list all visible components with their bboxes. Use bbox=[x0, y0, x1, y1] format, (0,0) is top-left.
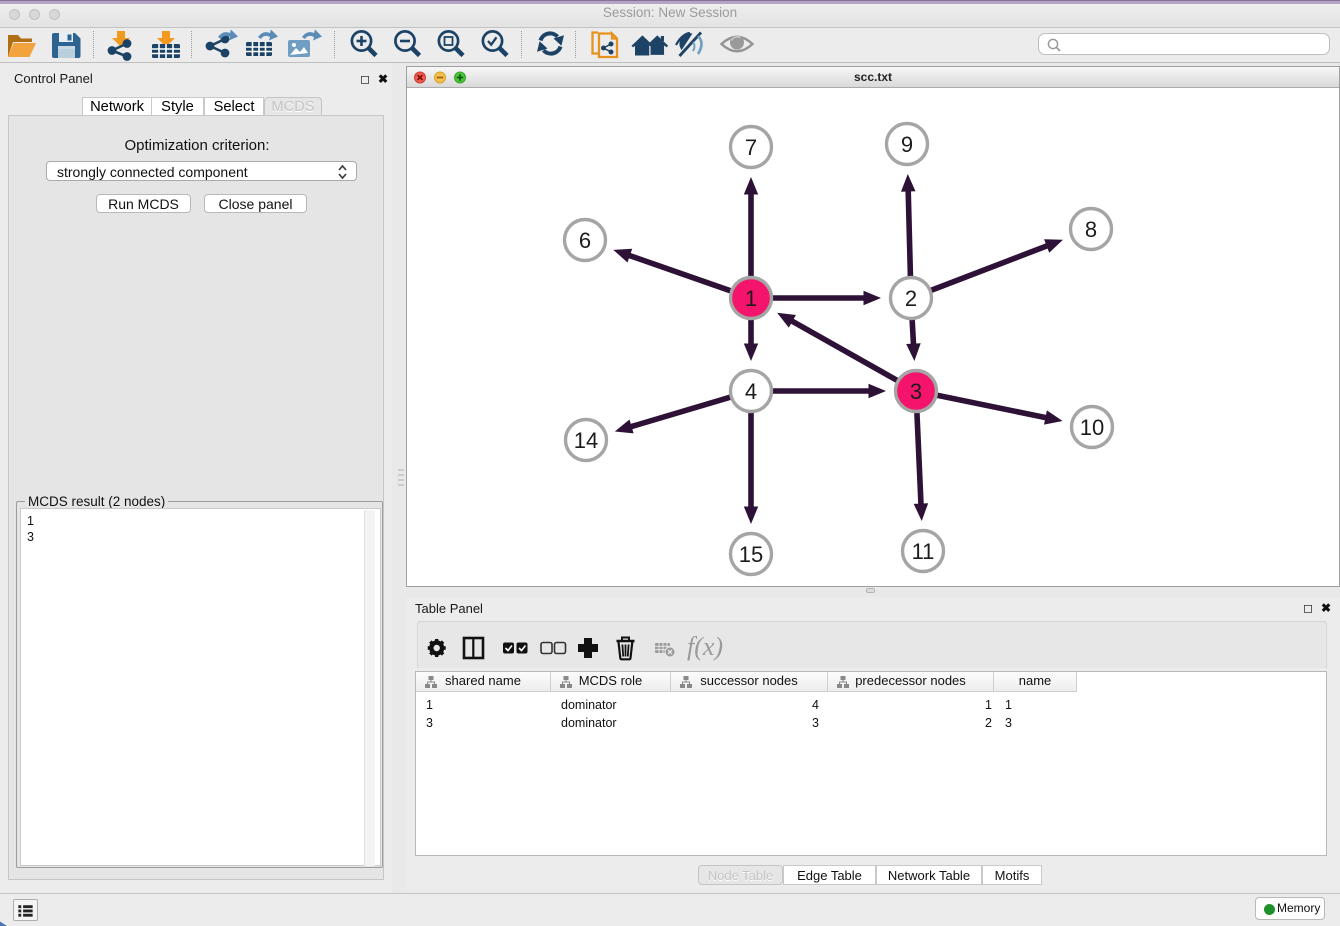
svg-text:7: 7 bbox=[745, 135, 757, 160]
svg-text:9: 9 bbox=[901, 132, 913, 157]
svg-text:8: 8 bbox=[1085, 217, 1097, 242]
svg-text:14: 14 bbox=[574, 428, 598, 453]
svg-text:6: 6 bbox=[579, 228, 591, 253]
svg-text:4: 4 bbox=[745, 379, 757, 404]
svg-text:10: 10 bbox=[1080, 415, 1104, 440]
svg-text:15: 15 bbox=[739, 542, 763, 567]
svg-text:1: 1 bbox=[745, 286, 757, 311]
svg-text:11: 11 bbox=[912, 539, 935, 564]
svg-text:f(x): f(x) bbox=[687, 632, 723, 661]
svg-text:3: 3 bbox=[910, 379, 922, 404]
svg-text:2: 2 bbox=[905, 286, 917, 311]
